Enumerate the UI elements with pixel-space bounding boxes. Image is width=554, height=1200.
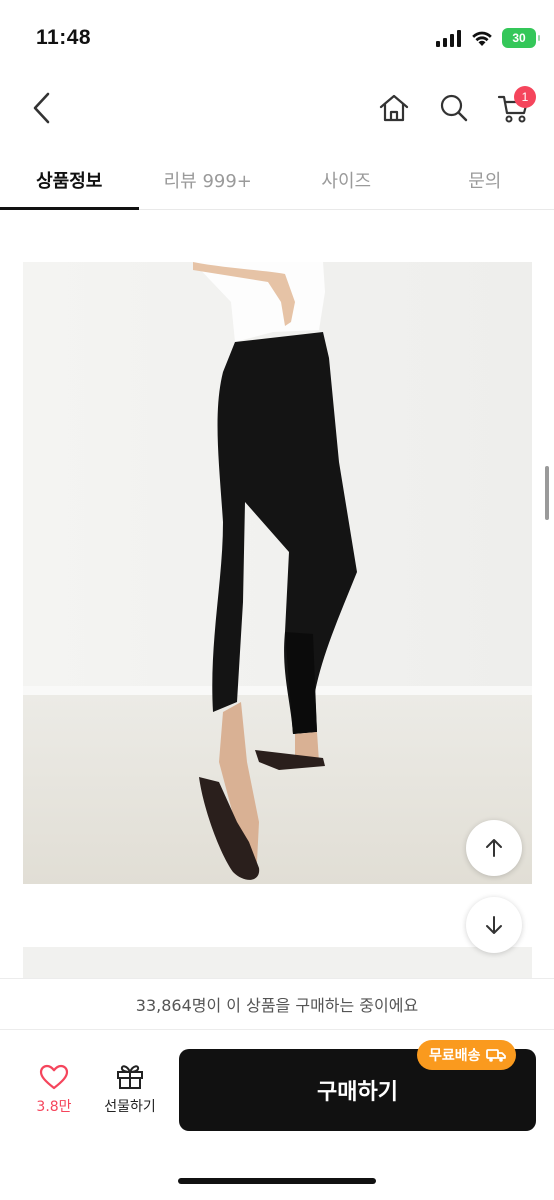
free-shipping-label: 무료배송 [429,1048,481,1064]
battery-icon: 30 [502,28,540,48]
header: 1 [0,72,554,148]
tab-reviews[interactable]: 리뷰 999+ [139,150,278,209]
cart-count-badge: 1 [514,86,536,108]
status-time: 11:48 [36,26,92,49]
status-bar: 11:48 30 [0,0,554,72]
gift-label: 선물하기 [104,1099,156,1115]
arrow-down-icon [486,916,502,934]
wifi-icon [472,31,492,46]
buyers-notice: 33,864명이 이 상품을 구매하는 중이에요 [0,978,554,1030]
like-button[interactable]: 3.8만 [28,1064,80,1116]
like-count: 3.8만 [36,1099,72,1115]
arrow-up-icon [486,839,502,857]
product-image [23,262,532,884]
home-indicator [178,1178,376,1184]
home-icon [379,94,409,122]
tab-size[interactable]: 사이즈 [277,150,416,209]
heart-icon [39,1064,69,1090]
home-button[interactable] [372,86,416,130]
signal-icon [436,30,461,47]
product-tabs: 상품정보 리뷰 999+ 사이즈 문의 [0,150,554,210]
buyers-notice-text: 33,864명이 이 상품을 구매하는 중이에요 [135,996,419,1015]
back-button[interactable] [22,86,62,130]
scroll-up-button[interactable] [466,820,522,876]
gift-button[interactable]: 선물하기 [96,1062,164,1116]
gift-icon [117,1065,143,1089]
scroll-down-button[interactable] [466,897,522,953]
status-icons: 30 [436,28,540,48]
battery-level: 30 [512,31,526,45]
chevron-left-icon [33,92,50,124]
cart-button[interactable]: 1 [492,86,536,130]
buy-button-label: 구매하기 [317,1080,398,1105]
search-button[interactable] [432,86,476,130]
tab-product-info[interactable]: 상품정보 [0,150,139,210]
bottom-action-bar: 3.8만 선물하기 구매하기 무료배송 [0,1030,554,1200]
search-icon [440,94,468,122]
product-photo-illustration [23,262,532,884]
scroll-indicator [545,466,549,520]
free-shipping-badge: 무료배송 [417,1040,516,1070]
tab-inquiry[interactable]: 문의 [416,150,554,209]
truck-icon [485,1049,506,1062]
